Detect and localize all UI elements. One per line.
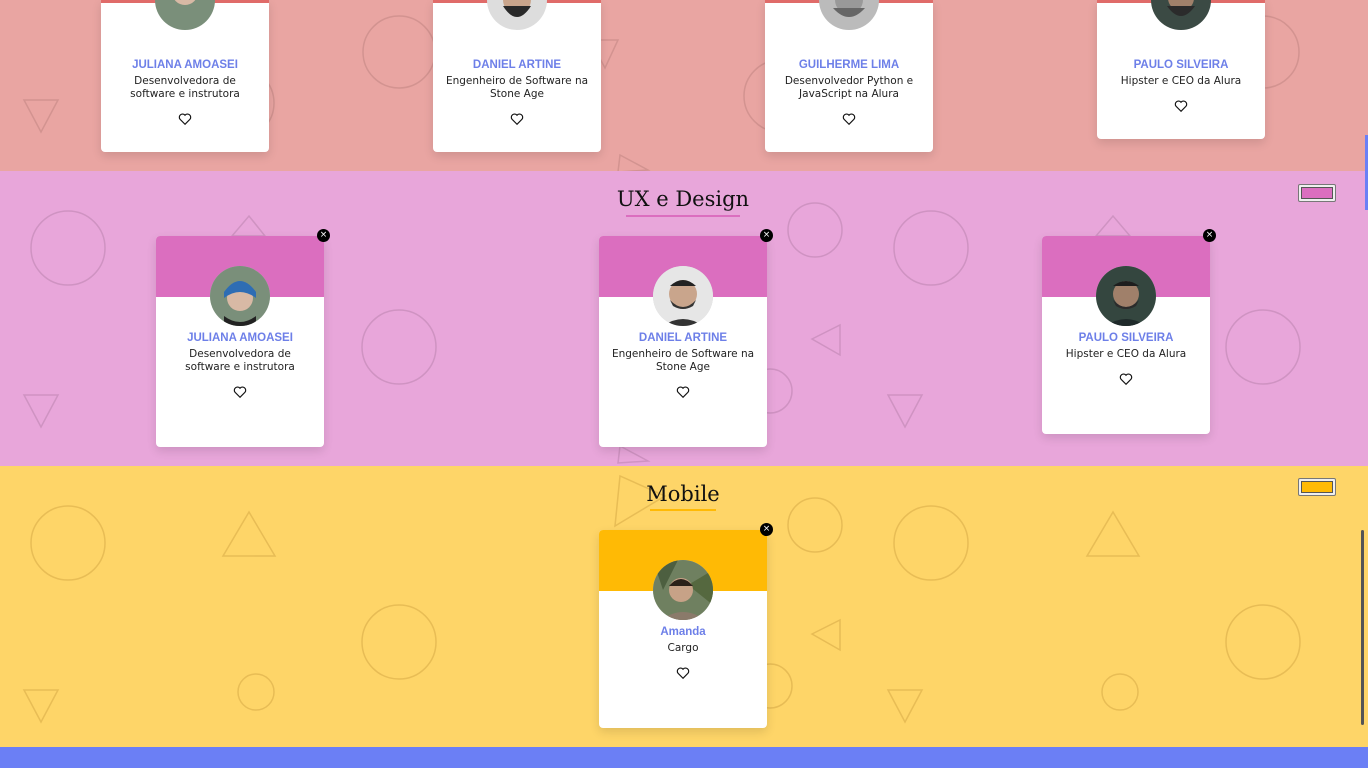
title-underline (626, 215, 740, 217)
member-name: DANIEL ARTINE (472, 59, 562, 71)
member-name: JULIANA AMOASEI (187, 332, 293, 344)
close-icon[interactable]: × (760, 229, 773, 242)
team-section-top: JULIANA AMOASEI Desenvolvedora de softwa… (0, 0, 1368, 171)
member-role: Desenvolvedora de software e instrutora (185, 348, 295, 373)
member-name: JULIANA AMOASEI (132, 59, 238, 71)
avatar (210, 266, 270, 326)
footer-bar (0, 747, 1368, 768)
member-card: DANIEL ARTINE Engenheiro de Software na … (433, 0, 601, 152)
member-card: JULIANA AMOASEI Desenvolvedora de softwa… (101, 0, 269, 152)
heart-outline-icon[interactable] (178, 112, 192, 126)
color-swatch (1301, 187, 1333, 199)
heart-outline-icon[interactable] (233, 385, 247, 399)
color-picker[interactable] (1298, 184, 1336, 202)
member-name: PAULO SILVEIRA (1133, 59, 1229, 71)
section-title: UX e Design (616, 187, 750, 211)
section-title: Mobile (646, 482, 720, 506)
member-role: Cargo (667, 642, 699, 654)
member-role: Engenheiro de Software na Stone Age (611, 348, 755, 373)
avatar (1096, 266, 1156, 326)
close-icon[interactable]: × (760, 523, 773, 536)
color-picker[interactable] (1298, 478, 1336, 496)
avatar (653, 266, 713, 326)
member-name: GUILHERME LIMA (798, 59, 900, 71)
heart-outline-icon[interactable] (1119, 372, 1133, 386)
heart-outline-icon[interactable] (1174, 99, 1188, 113)
avatar (653, 560, 713, 620)
close-icon[interactable]: × (317, 229, 330, 242)
member-card: × JULIANA AMOASEI Desenvolvedora de soft… (156, 229, 330, 447)
scrollbar-thumb[interactable] (1361, 530, 1364, 725)
member-role: Hipster e CEO da Alura (1120, 75, 1242, 87)
heart-outline-icon[interactable] (842, 112, 856, 126)
member-card: × PAULO SILVEIRA Hipster e CEO da Alura (1042, 229, 1216, 434)
team-section-ux-design: UX e Design × JULIANA AMOASEI Desenvolve… (0, 171, 1368, 466)
member-name: PAULO SILVEIRA (1078, 332, 1174, 344)
card-header: × (599, 523, 773, 620)
heart-outline-icon[interactable] (510, 112, 524, 126)
card-header: × (599, 229, 773, 326)
member-name: DANIEL ARTINE (638, 332, 728, 344)
team-section-mobile: Mobile × Amanda Cargo (0, 466, 1368, 747)
member-role: Hipster e CEO da Alura (1065, 348, 1187, 360)
member-card: GUILHERME LIMA Desenvolvedor Python e Ja… (765, 0, 933, 152)
member-card: PAULO SILVEIRA Hipster e CEO da Alura (1097, 0, 1265, 139)
member-role: Desenvolvedora de software e instrutora (130, 75, 240, 100)
member-card: × DANIEL ARTINE Engenheiro de Software n… (599, 229, 773, 447)
member-role: Engenheiro de Software na Stone Age (445, 75, 589, 100)
member-card: × Amanda Cargo (599, 523, 773, 728)
heart-outline-icon[interactable] (676, 385, 690, 399)
title-underline (650, 509, 716, 511)
member-name: Amanda (660, 626, 706, 638)
heart-outline-icon[interactable] (676, 666, 690, 680)
member-role: Desenvolvedor Python e JavaScript na Alu… (784, 75, 914, 100)
color-swatch (1301, 481, 1333, 493)
close-icon[interactable]: × (1203, 229, 1216, 242)
card-header: × (1042, 229, 1216, 326)
card-header: × (156, 229, 330, 326)
